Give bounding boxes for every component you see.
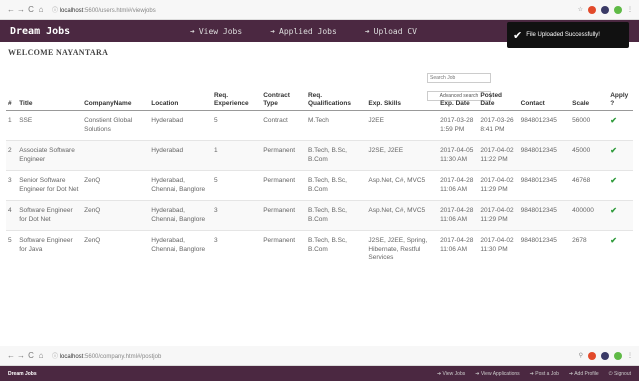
jobs-table: # Title CompanyName Location Req. Experi… (6, 90, 633, 269)
back-icon[interactable]: ← (6, 351, 16, 360)
col-title: Title (17, 90, 83, 111)
nav-add-profile[interactable]: ➔ Add Profile (569, 371, 599, 377)
address-bar[interactable]: ⓘ localhost:5600/company.html#/postjob (52, 351, 579, 360)
nav-signout[interactable]: ⏻ Signout (609, 371, 631, 377)
nav-upload-cv[interactable]: ➔ Upload CV (365, 27, 417, 36)
checkmark-icon: ✔ (513, 29, 523, 42)
app-navbar: Dream Jobs ➔ View Jobs ➔ View Applicatio… (0, 366, 639, 381)
extension-icon[interactable] (614, 351, 622, 360)
col-experience: Req. Experience (211, 90, 262, 111)
extension-icon[interactable] (601, 5, 609, 14)
search-input[interactable] (427, 73, 491, 83)
col-exp-date: Exp. Date (438, 90, 479, 111)
nav-applied-jobs[interactable]: ➔ Applied Jobs (270, 27, 337, 36)
col-skills: Exp. Skills (366, 90, 439, 111)
signin-icon: ➔ (270, 26, 276, 36)
apply-check-icon[interactable]: ✔ (610, 116, 617, 125)
second-window: ← → C ⌂ ⓘ localhost:5600/company.html#/p… (0, 346, 639, 381)
table-row: 5 Software Engineer for Java ZenQ Hyderabad… (6, 230, 633, 269)
col-index: # (6, 90, 18, 111)
nav-post-job[interactable]: ➔ Post a Job (530, 371, 559, 377)
col-apply: Apply ? (608, 90, 633, 111)
brand-logo[interactable]: Dream Jobs (10, 26, 160, 37)
table-row: 1 SSE Constient Global Solutions Hyderabad 5… (6, 110, 633, 141)
signin-icon: ➔ (190, 26, 195, 36)
reload-icon[interactable]: C (26, 351, 36, 360)
address-bar[interactable]: ⓘ localhost:5600/users.html#/viewjobs (52, 5, 578, 14)
col-contract: Contract Type (261, 90, 306, 111)
nav-view-applications[interactable]: ➔ View Applications (475, 371, 519, 377)
table-row: 4 Software Engineer for Dot Net ZenQ Hydera… (6, 200, 633, 231)
browser-toolbar: ← → C ⌂ ⓘ localhost:5600/company.html#/p… (0, 346, 639, 366)
forward-icon[interactable]: → (16, 5, 26, 14)
col-contact: Contact (518, 90, 571, 111)
menu-icon[interactable]: ⋮ (627, 6, 633, 13)
brand-logo[interactable]: Dream Jobs (8, 371, 37, 377)
nav-view-jobs[interactable]: ➔ View Jobs (190, 27, 242, 36)
col-company: CompanyName (82, 90, 150, 111)
col-location: Location (149, 90, 212, 111)
extension-icon[interactable] (588, 5, 596, 14)
signin-icon: ➔ (364, 26, 370, 36)
table-header-row: # Title CompanyName Location Req. Experi… (6, 90, 633, 111)
col-qualifications: Req. Qualifications (305, 90, 367, 111)
apply-check-icon[interactable]: ✔ (610, 206, 617, 215)
forward-icon[interactable]: → (16, 351, 26, 360)
col-scale: Scale (570, 90, 609, 111)
app-navbar: Dream Jobs ➔ View Jobs ➔ Applied Jobs ➔ Upl… (0, 20, 639, 48)
menu-icon[interactable]: ⋮ (627, 352, 633, 359)
extension-icon[interactable] (588, 351, 596, 360)
nav-view-jobs[interactable]: ➔ View Jobs (437, 371, 465, 377)
reload-icon[interactable]: C (26, 5, 36, 14)
home-icon[interactable]: ⌂ (36, 351, 46, 360)
success-toast: ✔ File Uploaded Successfully! (507, 22, 629, 48)
apply-check-icon[interactable]: ✔ (610, 146, 617, 155)
extension-icon[interactable] (614, 5, 622, 14)
home-icon[interactable]: ⌂ (36, 5, 46, 14)
col-posted-date: Posted Date (478, 90, 519, 111)
back-icon[interactable]: ← (6, 5, 16, 14)
apply-check-icon[interactable]: ✔ (610, 236, 617, 245)
zoom-icon[interactable]: ⚲ (579, 352, 583, 359)
apply-check-icon[interactable]: ✔ (610, 176, 617, 185)
extension-icon[interactable] (601, 351, 609, 360)
table-row: 2 Associate Software Engineer Hyderabad 1 Pe… (6, 140, 633, 171)
welcome-heading: Welcome Nayantara (8, 48, 109, 57)
table-row: 3 Senior Software Engineer for Dot Net Zen… (6, 170, 633, 201)
bookmark-icon[interactable]: ☆ (578, 6, 583, 13)
browser-toolbar: ← → C ⌂ ⓘ localhost:5600/users.html#/vie… (0, 0, 639, 20)
